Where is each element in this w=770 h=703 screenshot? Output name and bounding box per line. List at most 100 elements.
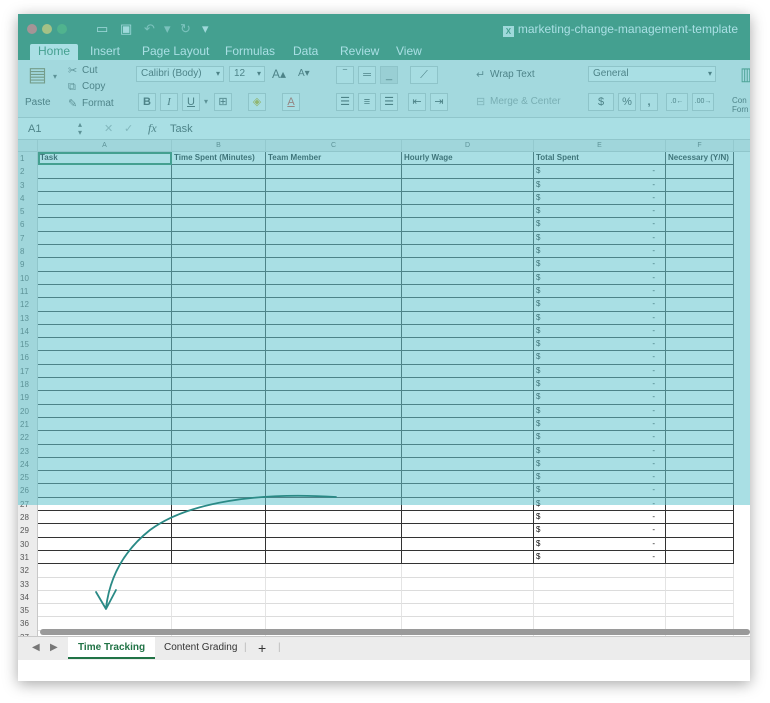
cell-e35[interactable] — [534, 604, 666, 618]
cell-c17[interactable] — [266, 364, 402, 379]
cell-d28[interactable] — [402, 511, 534, 525]
cell-b24[interactable] — [172, 457, 266, 472]
cell-b31[interactable] — [172, 550, 266, 565]
cell-a28[interactable] — [38, 511, 172, 525]
cell-d30[interactable] — [402, 537, 534, 551]
cell-e19[interactable]: $ - — [534, 391, 666, 405]
cell-a17[interactable] — [38, 364, 172, 379]
horizontal-scrollbar[interactable] — [40, 629, 750, 635]
cell-c2[interactable] — [266, 165, 402, 179]
cell-a18[interactable] — [38, 378, 172, 392]
cell-a15[interactable] — [38, 338, 172, 352]
cell-e21[interactable]: $ - — [534, 417, 666, 432]
cell-c32[interactable] — [266, 564, 402, 578]
cell-b30[interactable] — [172, 537, 266, 551]
customize-toolbar-icon[interactable]: ▾ — [202, 21, 209, 37]
cell-a30[interactable] — [38, 537, 172, 551]
cell-c13[interactable] — [266, 311, 402, 325]
tab-insert[interactable]: Insert — [90, 44, 120, 60]
zoom-window-icon[interactable] — [57, 24, 67, 34]
cell-c25[interactable] — [266, 471, 402, 485]
cell-b7[interactable] — [172, 231, 266, 246]
cut-icon[interactable]: ✂ — [68, 64, 77, 78]
cell-e25[interactable]: $ - — [534, 471, 666, 485]
save-icon[interactable]: ▣ — [120, 21, 132, 37]
cell-c4[interactable] — [266, 191, 402, 206]
cell-f2[interactable] — [666, 165, 734, 179]
conditional-formatting-icon[interactable]: ▥ — [740, 64, 750, 84]
name-box[interactable]: A1 — [28, 122, 41, 136]
row-number[interactable]: 33 — [18, 577, 38, 591]
cell-d27[interactable] — [402, 497, 534, 512]
cell-c28[interactable] — [266, 511, 402, 525]
cell-a26[interactable] — [38, 484, 172, 498]
column-header-d[interactable]: D — [402, 140, 534, 152]
row-number[interactable]: 3 — [18, 178, 38, 192]
cell-e17[interactable]: $ - — [534, 364, 666, 379]
cell-f9[interactable] — [666, 258, 734, 272]
decrease-indent-icon[interactable]: ⇤ — [408, 93, 426, 111]
merge-center-button[interactable]: Merge & Center — [490, 95, 561, 109]
cell-c12[interactable] — [266, 298, 402, 312]
number-format-select[interactable]: General ▾ — [588, 66, 716, 82]
select-all-corner[interactable] — [18, 140, 38, 152]
wrap-text-button[interactable]: Wrap Text — [490, 68, 535, 82]
minimize-window-icon[interactable] — [42, 24, 52, 34]
tab-data[interactable]: Data — [293, 44, 318, 60]
row-number[interactable]: 12 — [18, 298, 38, 312]
cell-e16[interactable]: $ - — [534, 351, 666, 365]
next-sheet-icon[interactable]: ▶ — [50, 637, 58, 659]
cell-e15[interactable]: $ - — [534, 338, 666, 352]
cell-c29[interactable] — [266, 524, 402, 538]
percent-button[interactable]: % — [618, 93, 636, 111]
cell-b25[interactable] — [172, 471, 266, 485]
cell-d18[interactable] — [402, 378, 534, 392]
cell-e30[interactable]: $ - — [534, 537, 666, 551]
cell-c14[interactable] — [266, 324, 402, 339]
redo-icon[interactable]: ↻ — [180, 21, 191, 37]
cell-a27[interactable] — [38, 497, 172, 512]
cell-f33[interactable] — [666, 577, 734, 591]
formula-input[interactable]: Task — [170, 122, 193, 136]
cell-d25[interactable] — [402, 471, 534, 485]
cell-f21[interactable] — [666, 417, 734, 432]
cell-f27[interactable] — [666, 497, 734, 512]
row-number[interactable]: 29 — [18, 524, 38, 538]
cell-c35[interactable] — [266, 604, 402, 618]
function-icon[interactable]: fx — [148, 121, 157, 135]
cell-a3[interactable] — [38, 178, 172, 192]
paste-dropdown-icon[interactable]: ▾ — [53, 70, 57, 84]
cell-d15[interactable] — [402, 338, 534, 352]
cell-f34[interactable] — [666, 590, 734, 605]
cell-f14[interactable] — [666, 324, 734, 339]
cell-d23[interactable] — [402, 444, 534, 458]
column-header-c[interactable]: C — [266, 140, 402, 152]
paste-icon[interactable]: ▤ — [28, 64, 47, 86]
cell-b14[interactable] — [172, 324, 266, 339]
cell-b3[interactable] — [172, 178, 266, 192]
copy-icon[interactable]: ⧉ — [68, 80, 76, 94]
cell-a35[interactable] — [38, 604, 172, 618]
cell-b17[interactable] — [172, 364, 266, 379]
cell-b11[interactable] — [172, 284, 266, 299]
cell-b21[interactable] — [172, 417, 266, 432]
row-number[interactable]: 1 — [18, 152, 38, 166]
cell-c3[interactable] — [266, 178, 402, 192]
row-number[interactable]: 27 — [18, 497, 38, 512]
cell-b32[interactable] — [172, 564, 266, 578]
name-box-stepper-icon[interactable]: ▴ ▾ — [78, 121, 82, 137]
cell-c11[interactable] — [266, 284, 402, 299]
cell-f11[interactable] — [666, 284, 734, 299]
align-top-icon[interactable]: ‾ — [336, 66, 354, 84]
row-number[interactable]: 26 — [18, 484, 38, 498]
cell-a8[interactable] — [38, 245, 172, 259]
cell-c26[interactable] — [266, 484, 402, 498]
tab-home[interactable]: Home — [30, 44, 79, 60]
cell-e3[interactable]: $ - — [534, 178, 666, 192]
font-color-icon[interactable]: A — [282, 93, 300, 111]
cell-e28[interactable]: $ - — [534, 511, 666, 525]
cell-d8[interactable] — [402, 245, 534, 259]
cell-e34[interactable] — [534, 590, 666, 605]
decrease-decimal-icon[interactable]: .00→ — [692, 93, 714, 111]
cell-e8[interactable]: $ - — [534, 245, 666, 259]
